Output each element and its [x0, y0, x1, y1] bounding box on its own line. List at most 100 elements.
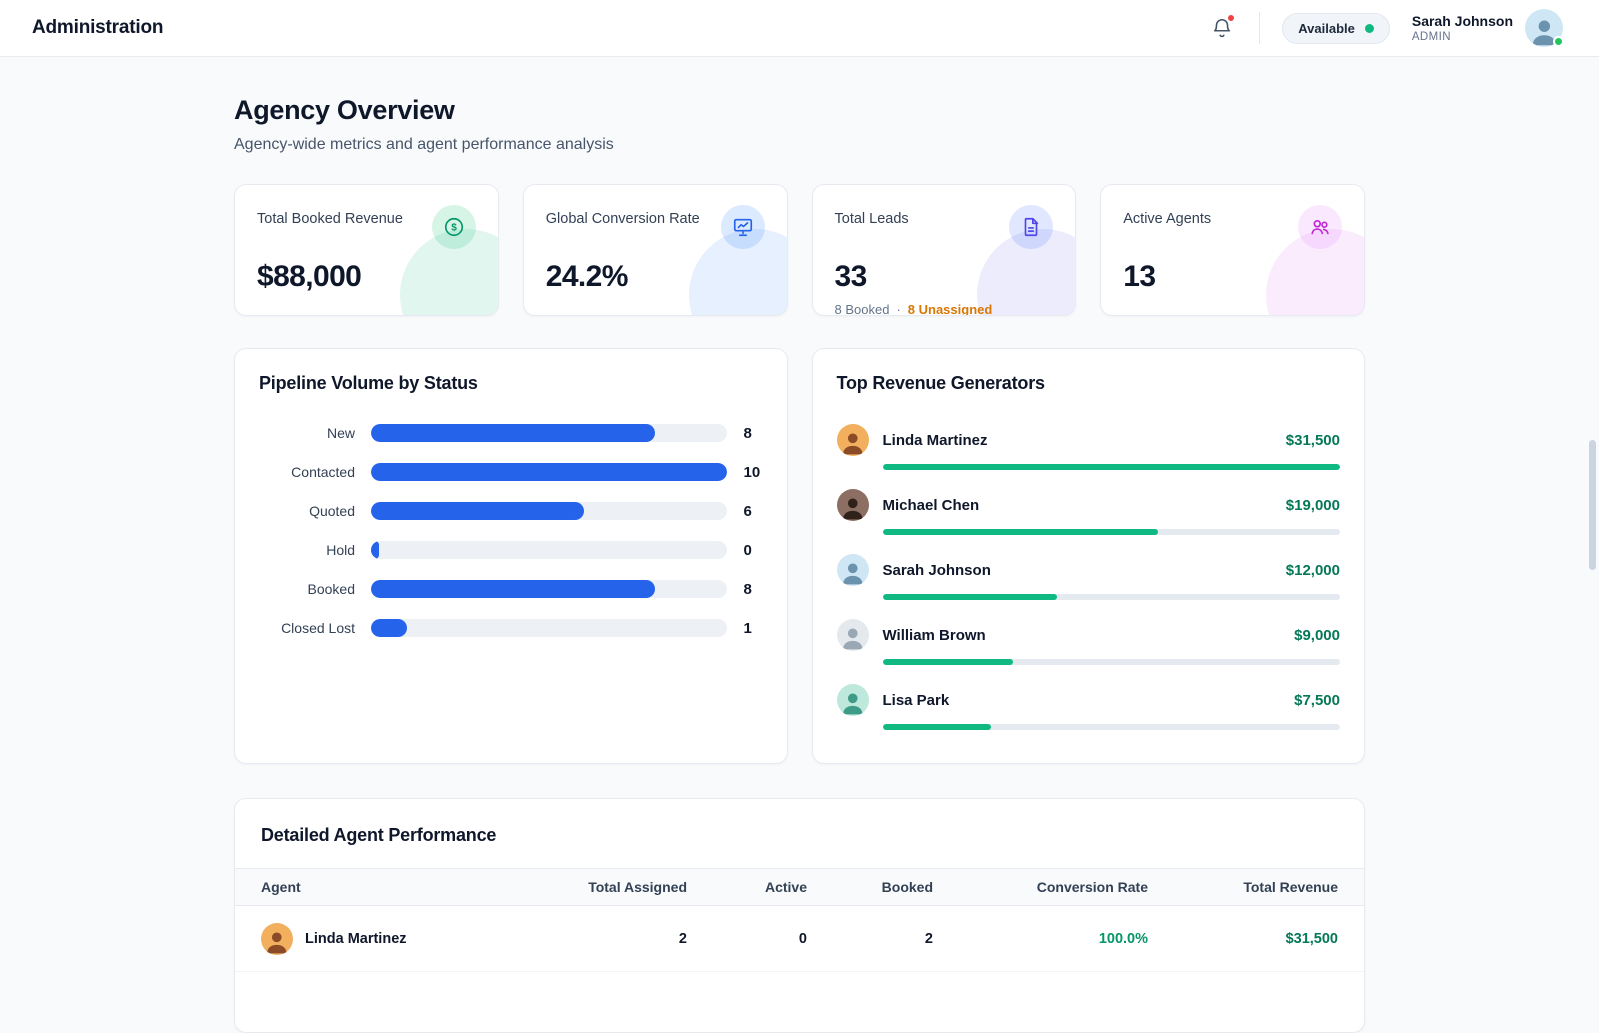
separator-dot: · [896, 302, 901, 316]
page-title: Agency Overview [234, 95, 455, 125]
pipeline-row-value: 6 [743, 502, 752, 520]
bar-fill [371, 619, 407, 637]
pipeline-row-label: Contacted [291, 464, 355, 480]
cell-total-revenue: $31,500 [1285, 930, 1338, 947]
availability-label: Available [1298, 20, 1355, 36]
bar-fill [882, 724, 992, 730]
stat-card-total-leads: Total Leads 33 8 Booked · 8 Unassigned [811, 184, 1077, 316]
agent-performance-panel: Detailed Agent Performance Agent Total A… [234, 798, 1365, 1033]
revenue-item: Linda Martinez $31,500 [836, 414, 1340, 479]
agent-avatar [261, 922, 293, 955]
agent-revenue: $9,000 [1294, 626, 1340, 644]
pipeline-volume-panel: Pipeline Volume by Status New 8 Contacte… [234, 348, 788, 764]
pipeline-panel-title: Pipeline Volume by Status [259, 373, 478, 393]
pipeline-row-label: New [326, 425, 355, 441]
bar-track [371, 424, 727, 442]
bar-fill [371, 463, 727, 481]
revenue-item: Michael Chen $19,000 [836, 479, 1340, 544]
revenue-item: Lisa Park $7,500 [836, 674, 1340, 739]
user-role: ADMIN [1411, 31, 1451, 43]
pipeline-row-booked: Booked 8 [259, 580, 763, 598]
person-icon [842, 693, 863, 715]
column-header-conversion-rate: Conversion Rate [1036, 879, 1148, 895]
agent-performance-title: Detailed Agent Performance [261, 825, 497, 845]
column-header-booked: Booked [881, 879, 933, 895]
top-revenue-panel-title: Top Revenue Generators [836, 373, 1046, 393]
topbar-divider [1259, 12, 1261, 44]
revenue-item: William Brown $9,000 [836, 609, 1340, 674]
bar-track [882, 464, 1340, 470]
agent-avatar [836, 489, 869, 521]
cell-total-assigned: 2 [678, 930, 687, 947]
pipeline-row-value: 10 [743, 463, 761, 481]
notifications-button[interactable] [1207, 13, 1237, 43]
top-revenue-list: Linda Martinez $31,500 Michael Chen $19,… [836, 414, 1340, 739]
person-icon [842, 433, 863, 455]
pipeline-row-label: Booked [307, 581, 355, 597]
agent-revenue: $31,500 [1285, 431, 1340, 449]
pipeline-row-closed-lost: Closed Lost 1 [259, 619, 763, 637]
pipeline-row-new: New 8 [259, 424, 763, 442]
availability-status-dot [1364, 23, 1374, 33]
table-row: Linda Martinez 2 0 2 100.0% $31,500 [235, 906, 1364, 972]
pipeline-row-label: Hold [326, 542, 355, 558]
agent-revenue: $19,000 [1285, 496, 1340, 514]
stat-value: 33 [834, 260, 868, 293]
agent-avatar [836, 619, 869, 651]
bar-track [371, 502, 727, 520]
stat-label: Global Conversion Rate [545, 211, 700, 227]
agent-avatar [836, 684, 869, 716]
agent-name: Linda Martinez [305, 930, 407, 947]
pipeline-row-contacted: Contacted 10 [259, 463, 763, 481]
bar-fill [882, 594, 1057, 600]
stat-value: $88,000 [257, 260, 362, 293]
column-header-active: Active [764, 879, 807, 895]
bar-fill [371, 541, 379, 559]
availability-toggle[interactable]: Available [1282, 12, 1390, 44]
pipeline-row-value: 8 [743, 424, 752, 442]
bar-fill [882, 464, 1340, 470]
bar-track [882, 594, 1340, 600]
pipeline-chart: New 8 Contacted 10 Quoted 6 Hold 0 Booke… [259, 424, 763, 637]
agent-revenue: $12,000 [1285, 561, 1340, 579]
top-revenue-panel: Top Revenue Generators Linda Martinez $3… [811, 348, 1365, 764]
bar-track [371, 580, 727, 598]
bar-fill [371, 424, 656, 442]
table-header-row: Agent Total Assigned Active Booked Conve… [235, 868, 1364, 906]
bar-fill [371, 502, 585, 520]
agent-name: William Brown [882, 626, 986, 644]
stat-card-total-booked-revenue: Total Booked Revenue $ $88,000 [234, 184, 499, 316]
cell-booked: 2 [924, 930, 933, 947]
page-subtitle: Agency-wide metrics and agent performanc… [234, 136, 614, 153]
bar-track [371, 463, 727, 481]
app-title: Administration [32, 17, 164, 38]
cell-active: 0 [798, 930, 807, 947]
main-content: Agency Overview Agency-wide metrics and … [234, 57, 1365, 1033]
pipeline-row-hold: Hold 0 [259, 541, 763, 559]
column-header-total-revenue: Total Revenue [1243, 879, 1338, 895]
pipeline-row-label: Quoted [309, 503, 355, 519]
stat-label: Active Agents [1123, 211, 1212, 227]
stat-label: Total Booked Revenue [257, 211, 403, 227]
pipeline-row-value: 1 [743, 619, 752, 637]
column-header-total-assigned: Total Assigned [588, 879, 687, 895]
agent-avatar [836, 554, 869, 586]
stat-subtext: 8 Booked · 8 Unassigned [835, 302, 1054, 316]
unassigned-count: 8 Unassigned [907, 302, 993, 316]
user-menu[interactable]: Sarah Johnson ADMIN [1411, 9, 1564, 47]
bar-track [371, 541, 727, 559]
person-icon [267, 932, 287, 954]
agent-revenue: $7,500 [1294, 691, 1340, 709]
stat-value: 24.2% [545, 260, 629, 293]
bar-track [882, 529, 1340, 535]
pipeline-row-quoted: Quoted 6 [259, 502, 763, 520]
agent-name: Michael Chen [882, 496, 980, 514]
agent-name: Lisa Park [882, 691, 950, 709]
vertical-scrollbar[interactable] [1589, 440, 1596, 570]
bar-fill [882, 659, 1014, 665]
top-bar: Administration Available Sarah Johnson A… [0, 0, 1599, 57]
stat-value: 13 [1123, 260, 1156, 293]
pipeline-row-label: Closed Lost [281, 620, 355, 636]
stat-label: Total Leads [834, 211, 909, 227]
cell-conversion-rate: 100.0% [1098, 930, 1148, 947]
